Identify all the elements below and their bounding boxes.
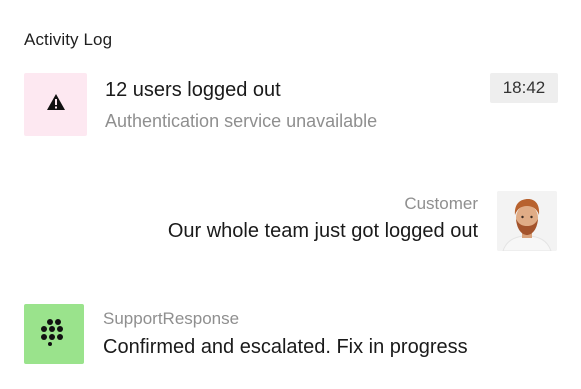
avatar <box>497 191 557 251</box>
support-response-entry: SupportResponse Confirmed and escalated.… <box>24 304 558 366</box>
timestamp-badge: 18:42 <box>490 73 558 103</box>
support-message-text: Confirmed and escalated. Fix in progress <box>103 336 468 358</box>
customer-message: Customer Our whole team just got logged … <box>0 190 581 252</box>
activity-log-title: Activity Log <box>24 30 113 49</box>
customer-label: Customer <box>404 194 478 213</box>
support-icon-container <box>24 304 84 364</box>
alert-subtitle: Authentication service unavailable <box>105 111 378 131</box>
alert-icon-container <box>24 73 87 136</box>
customer-message-text: Our whole team just got logged out <box>167 220 478 242</box>
alert-entry: 12 users logged out Authentication servi… <box>24 73 558 137</box>
support-label: SupportResponse <box>103 309 240 328</box>
warning-icon <box>46 93 66 116</box>
dots-grid-icon <box>40 318 68 351</box>
alert-title: 12 users logged out <box>105 79 281 101</box>
